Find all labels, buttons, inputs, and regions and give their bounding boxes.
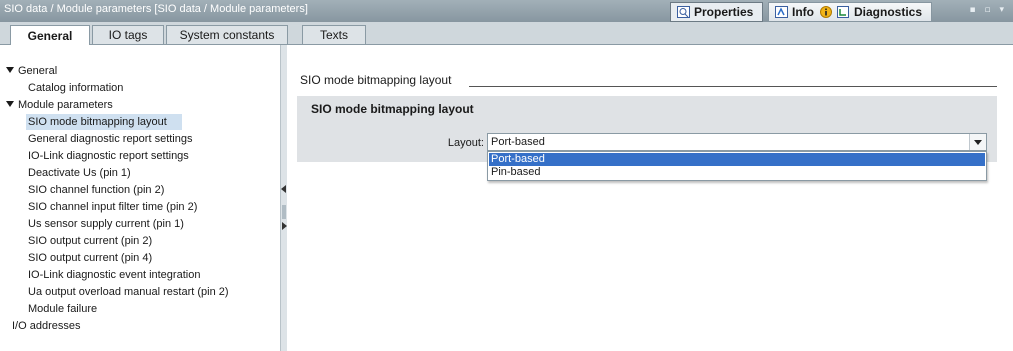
diagnostics-tab-label[interactable]: Diagnostics xyxy=(854,5,922,19)
tree-item-module-parameters[interactable]: Module parameters xyxy=(6,97,113,113)
properties-tab-label: Properties xyxy=(694,5,754,19)
expand-right-icon[interactable] xyxy=(282,222,287,230)
tree-item-us-sensor-supply-current[interactable]: Us sensor supply current (pin 1) xyxy=(28,216,184,232)
info-icon xyxy=(820,6,833,18)
diagnostics-icon xyxy=(837,6,850,18)
layout-select[interactable]: Port-based xyxy=(487,133,987,151)
tree-item-general[interactable]: General xyxy=(6,63,57,79)
tree-item-general-diagnostic-report-settings[interactable]: General diagnostic report settings xyxy=(28,131,192,147)
tab-io-tags[interactable]: IO tags xyxy=(92,25,164,44)
dropdown-button[interactable] xyxy=(969,134,986,150)
info-tab-icon xyxy=(775,6,788,18)
navigation-tree: General Catalog information Module param… xyxy=(4,45,281,351)
tree-item-module-failure[interactable]: Module failure xyxy=(28,301,97,317)
window-controls[interactable]: ▪ ▫ ▾ xyxy=(970,5,1007,15)
layout-dropdown-list: Port-based Pin-based xyxy=(487,151,987,181)
tree-item-ua-output-overload-manual-restart[interactable]: Ua output overload manual restart (pin 2… xyxy=(28,284,229,300)
tree-item-sio-channel-function[interactable]: SIO channel function (pin 2) xyxy=(28,182,164,198)
window-title: SIO data / Module parameters [SIO data /… xyxy=(4,3,308,15)
section-divider xyxy=(469,86,997,87)
splitter-grip[interactable] xyxy=(282,205,286,219)
tab-texts[interactable]: Texts xyxy=(302,25,366,44)
tree-item-sio-channel-input-filter-time[interactable]: SIO channel input filter time (pin 2) xyxy=(28,199,197,215)
tab-general[interactable]: General xyxy=(10,25,90,45)
info-diagnostics-tabs[interactable]: Info Diagnostics xyxy=(768,2,932,22)
tree-item-io-link-diagnostic-report-settings[interactable]: IO-Link diagnostic report settings xyxy=(28,148,189,164)
tree-item-deactivate-us[interactable]: Deactivate Us (pin 1) xyxy=(28,165,131,181)
tree-item-sio-mode-bitmapping-layout[interactable]: SIO mode bitmapping layout xyxy=(26,114,182,130)
layout-label: Layout: xyxy=(447,137,484,149)
info-tab-label[interactable]: Info xyxy=(792,5,814,19)
tree-item-sio-output-current-pin-4[interactable]: SIO output current (pin 4) xyxy=(28,250,152,266)
expand-arrow-icon[interactable] xyxy=(6,101,14,108)
layout-select-value: Port-based xyxy=(491,136,545,148)
group-title: SIO mode bitmapping layout xyxy=(311,102,474,116)
option-pin-based[interactable]: Pin-based xyxy=(489,166,985,179)
properties-tab[interactable]: Properties xyxy=(670,2,763,22)
section-heading: SIO mode bitmapping layout xyxy=(300,73,452,87)
properties-icon xyxy=(677,6,690,18)
expand-arrow-icon[interactable] xyxy=(6,67,14,74)
collapse-left-icon[interactable] xyxy=(281,185,286,193)
title-bar: SIO data / Module parameters [SIO data /… xyxy=(0,0,1013,23)
tree-item-sio-output-current-pin-2[interactable]: SIO output current (pin 2) xyxy=(28,233,152,249)
tab-system-constants[interactable]: System constants xyxy=(166,25,288,44)
option-port-based[interactable]: Port-based xyxy=(489,153,985,166)
tree-item-io-link-diagnostic-event-integration[interactable]: IO-Link diagnostic event integration xyxy=(28,267,200,283)
panel-splitter[interactable] xyxy=(281,45,287,351)
tab-strip: General IO tags System constants Texts xyxy=(0,22,1013,45)
chevron-down-icon xyxy=(974,140,982,145)
tree-item-catalog-information[interactable]: Catalog information xyxy=(28,80,123,96)
tree-item-io-addresses[interactable]: I/O addresses xyxy=(12,318,80,334)
